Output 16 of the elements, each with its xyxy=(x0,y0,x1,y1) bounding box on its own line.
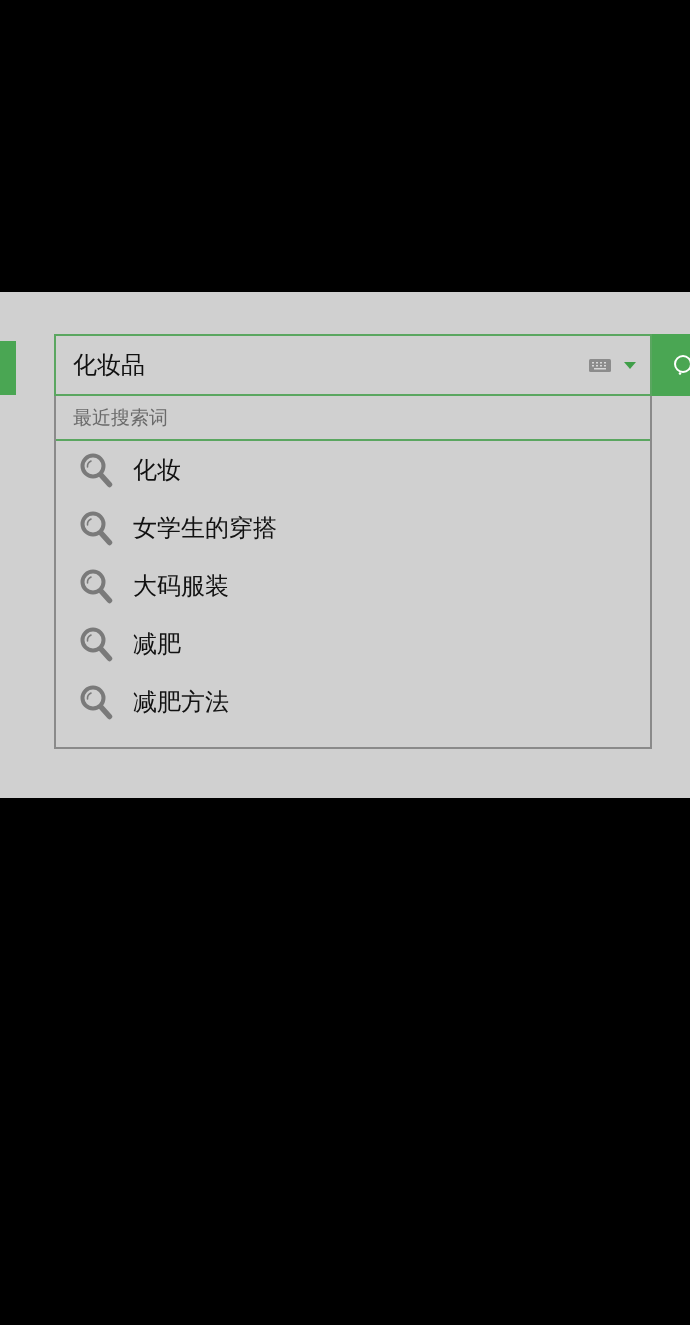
history-item[interactable]: 女学生的穿搭 xyxy=(56,499,650,557)
history-item[interactable]: 大码服装 xyxy=(56,557,650,615)
history-item[interactable]: 化妆 xyxy=(56,441,650,499)
keyboard-icon[interactable] xyxy=(589,359,611,372)
search-button[interactable] xyxy=(652,334,690,396)
history-item[interactable]: 减肥 xyxy=(56,615,650,673)
caret-icon[interactable] xyxy=(624,362,636,369)
history-item[interactable]: 减肥方法 xyxy=(56,673,650,731)
search-field[interactable]: 化妆品 xyxy=(54,334,652,396)
search-icon xyxy=(79,568,113,604)
section-heading: 最近搜索词 xyxy=(56,396,650,441)
search-icon xyxy=(79,626,113,662)
search-icon xyxy=(79,510,113,546)
search-icon xyxy=(79,684,113,720)
search-icon xyxy=(79,452,113,488)
search-icon xyxy=(672,354,690,376)
